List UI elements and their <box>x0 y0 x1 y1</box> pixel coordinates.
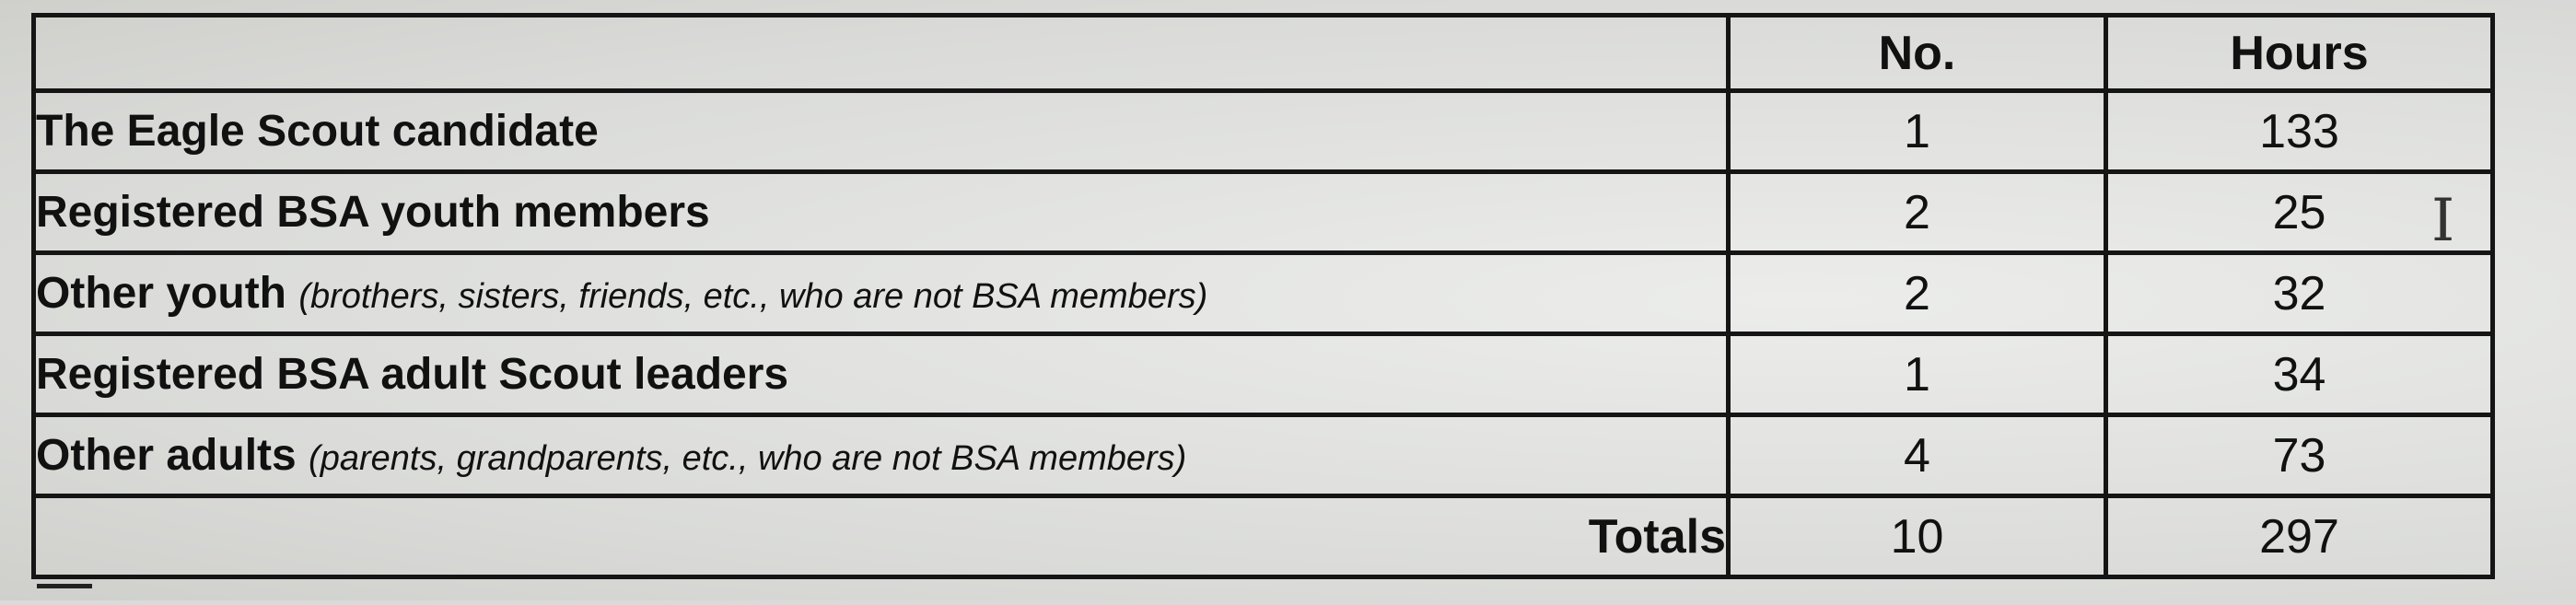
header-blank <box>31 13 1731 93</box>
row-label: Registered BSA youth members <box>31 169 1731 255</box>
table-row: The Eagle Scout candidate 1 133 <box>31 88 2495 174</box>
row-label: The Eagle Scout candidate <box>31 88 1731 174</box>
totals-hours[interactable]: 297 <box>2104 494 2495 579</box>
next-section-edge <box>37 584 92 605</box>
row-hours[interactable]: 73 <box>2104 413 2495 498</box>
header-row: No. Hours <box>31 13 2495 93</box>
row-no[interactable]: 1 <box>1726 332 2108 417</box>
row-label: Registered BSA adult Scout leaders <box>31 332 1731 417</box>
table-row: Other youth (brothers, sisters, friends,… <box>31 250 2495 336</box>
header-hours: Hours <box>2104 13 2495 93</box>
service-hours-table: No. Hours The Eagle Scout candidate 1 13… <box>31 13 2495 579</box>
totals-no[interactable]: 10 <box>1726 494 2108 579</box>
totals-row: Totals 10 297 <box>31 494 2495 579</box>
table-row: Registered BSA youth members 2 25 <box>31 169 2495 255</box>
row-label: Other youth (brothers, sisters, friends,… <box>31 250 1731 336</box>
row-label: Other adults (parents, grandparents, etc… <box>31 413 1731 498</box>
row-no[interactable]: 4 <box>1726 413 2108 498</box>
row-hours[interactable]: 133 <box>2104 88 2495 174</box>
row-no[interactable]: 2 <box>1726 169 2108 255</box>
table-row: Registered BSA adult Scout leaders 1 34 <box>31 332 2495 417</box>
header-no: No. <box>1726 13 2108 93</box>
table-row: Other adults (parents, grandparents, etc… <box>31 413 2495 498</box>
totals-label: Totals <box>31 494 1731 579</box>
text-cursor-icon: I <box>2431 187 2455 255</box>
row-hours[interactable]: 34 <box>2104 332 2495 417</box>
row-no[interactable]: 2 <box>1726 250 2108 336</box>
row-hours[interactable]: 32 <box>2104 250 2495 336</box>
row-no[interactable]: 1 <box>1726 88 2108 174</box>
